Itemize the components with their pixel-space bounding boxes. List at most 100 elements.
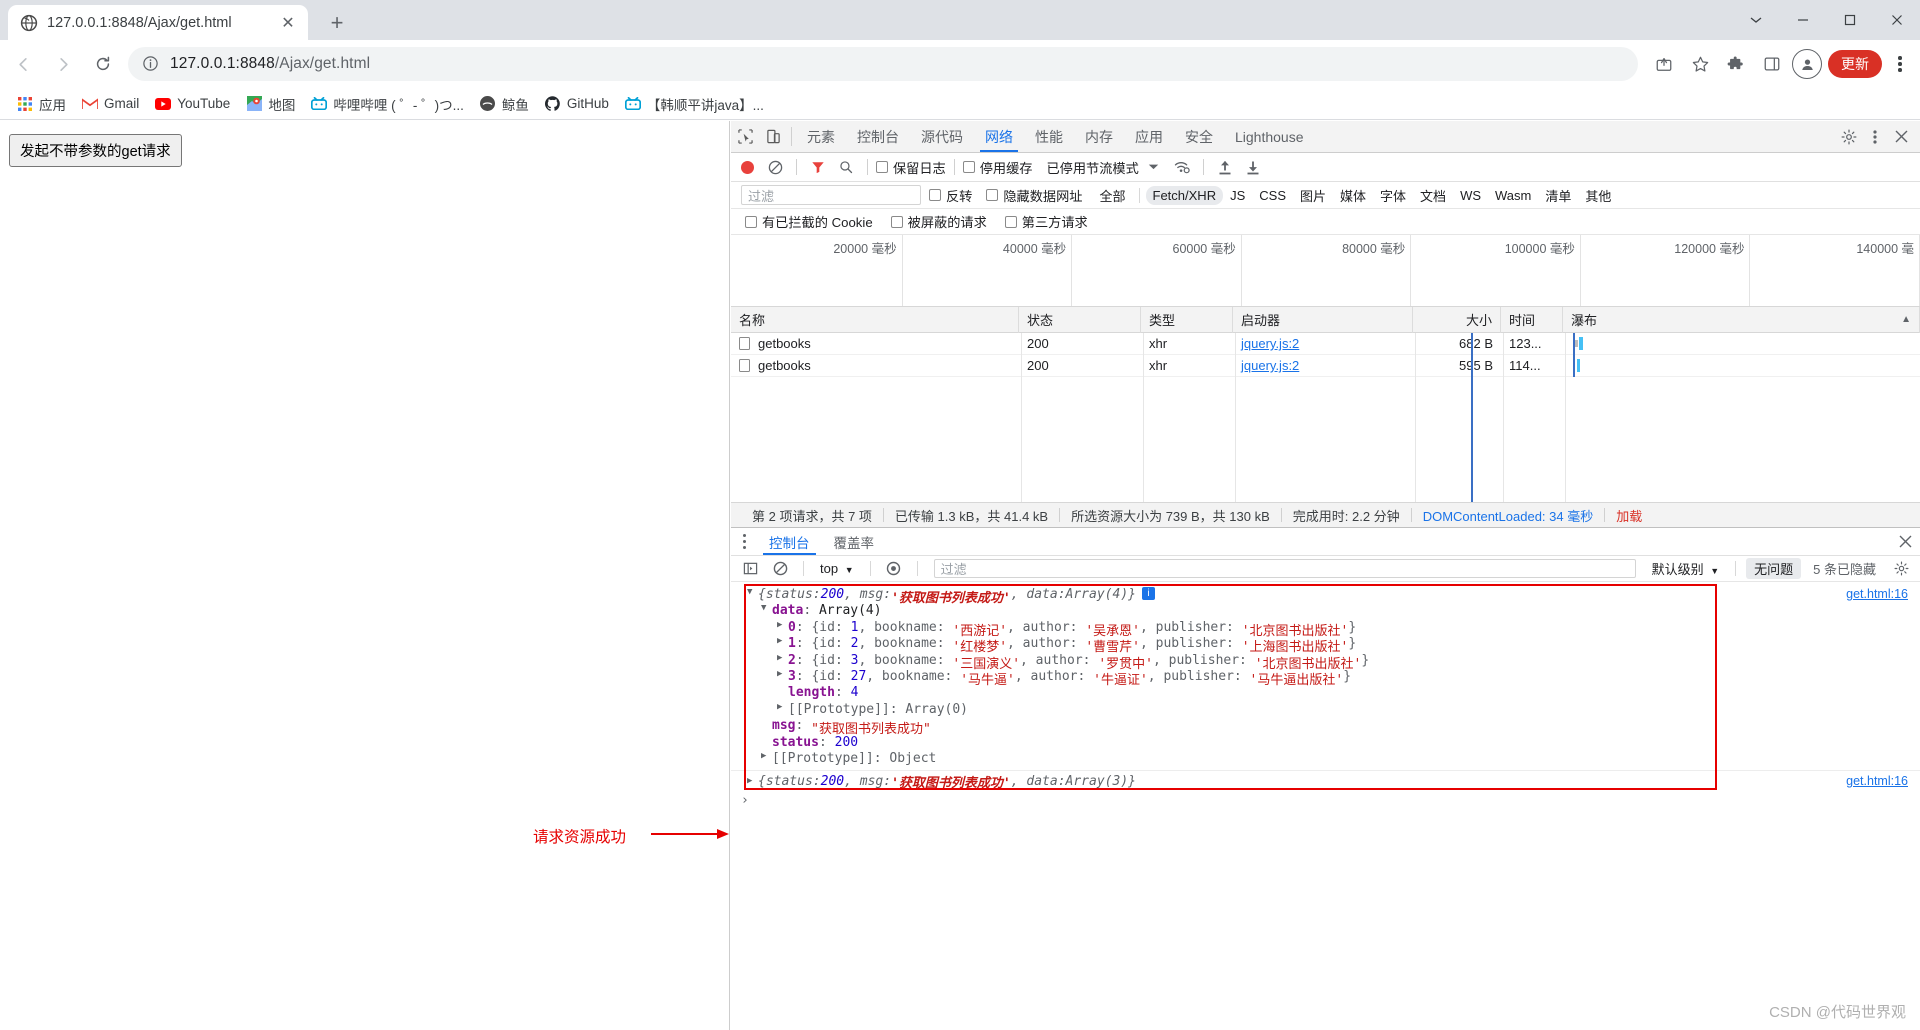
checkbox-box[interactable] xyxy=(929,189,941,201)
drawer-kebab-menu-icon[interactable] xyxy=(731,528,757,555)
bookmark-maps[interactable]: 地图 xyxy=(239,92,302,116)
column-header-waterfall[interactable]: 瀑布 ▲ xyxy=(1563,306,1920,333)
preserve-log-checkbox[interactable]: 保留日志 xyxy=(876,158,946,177)
type-filter-wasm[interactable]: Wasm xyxy=(1488,186,1538,205)
network-filter-input[interactable]: 过滤 xyxy=(741,185,921,205)
bookmark-bilibili[interactable]: 哔哩哔哩 ( ゜- ゜)つ... xyxy=(304,92,471,116)
back-button[interactable] xyxy=(6,47,40,81)
console-source-link[interactable]: get.html:16 xyxy=(1846,587,1920,601)
forward-button[interactable] xyxy=(46,47,80,81)
clear-icon[interactable] xyxy=(762,154,788,180)
info-circle-icon[interactable] xyxy=(142,55,160,73)
gear-icon[interactable] xyxy=(1836,124,1862,150)
tab-memory[interactable]: 内存 xyxy=(1074,121,1124,152)
column-header-status[interactable]: 状态 xyxy=(1019,306,1141,333)
drawer-tab-coverage[interactable]: 覆盖率 xyxy=(822,528,887,555)
console-array-item[interactable]: ▶ 2 : {id: 3 , bookname: '三国演义' , author… xyxy=(731,653,1920,672)
bookmark-github[interactable]: GitHub xyxy=(538,92,616,116)
window-minimize-button[interactable] xyxy=(1779,0,1826,40)
update-button[interactable]: 更新 xyxy=(1828,50,1882,78)
tab-lighthouse[interactable]: Lighthouse xyxy=(1224,121,1315,152)
type-filter-manifest[interactable]: 清单 xyxy=(1538,184,1578,207)
column-header-time[interactable]: 时间 xyxy=(1501,306,1563,333)
tab-console[interactable]: 控制台 xyxy=(846,121,910,152)
browser-tab[interactable]: 127.0.0.1:8848/Ajax/get.html ✕ xyxy=(8,5,308,40)
console-filter-input[interactable]: 过滤 xyxy=(933,559,1636,578)
type-filter-doc[interactable]: 文档 xyxy=(1413,184,1453,207)
type-filter-img[interactable]: 图片 xyxy=(1293,184,1333,207)
bookmark-star-icon[interactable] xyxy=(1684,48,1716,80)
show-console-sidebar-icon[interactable] xyxy=(737,556,763,582)
clear-console-icon[interactable] xyxy=(767,556,793,582)
checkbox-box[interactable] xyxy=(1004,215,1017,228)
network-overview-timeline[interactable]: 20000 毫秒 40000 毫秒 60000 毫秒 80000 毫秒 1000… xyxy=(731,235,1920,307)
expand-arrow-icon[interactable]: ▶ xyxy=(777,653,788,663)
type-filter-ws[interactable]: WS xyxy=(1453,186,1488,205)
info-badge-icon[interactable]: i xyxy=(1141,587,1155,600)
console-level-selector[interactable]: 默认级别 ▼ xyxy=(1646,559,1726,578)
download-har-icon[interactable] xyxy=(1240,154,1266,180)
sort-ascending-icon[interactable]: ▲ xyxy=(1901,314,1911,325)
type-filter-other[interactable]: 其他 xyxy=(1578,184,1618,207)
expand-arrow-icon[interactable]: ▼ xyxy=(761,603,772,613)
upload-har-icon[interactable] xyxy=(1212,154,1238,180)
window-maximize-button[interactable] xyxy=(1826,0,1873,40)
checkbox-box[interactable] xyxy=(876,161,888,173)
tab-performance[interactable]: 性能 xyxy=(1024,121,1074,152)
console-source-link[interactable]: get.html:16 xyxy=(1846,774,1920,788)
expand-arrow-icon[interactable]: ▶ xyxy=(761,751,772,761)
kebab-menu-icon[interactable] xyxy=(1886,47,1914,81)
share-icon[interactable] xyxy=(1648,48,1680,80)
avatar[interactable] xyxy=(1792,49,1822,79)
tab-elements[interactable]: 元素 xyxy=(796,121,846,152)
live-expression-icon[interactable] xyxy=(881,556,907,582)
request-initiator[interactable]: jquery.js:2 xyxy=(1233,358,1413,373)
bookmark-apps[interactable]: 应用 xyxy=(10,92,73,116)
close-icon[interactable] xyxy=(1888,124,1914,150)
console-context-selector[interactable]: top ▼ xyxy=(814,561,860,576)
tab-close-icon[interactable]: ✕ xyxy=(276,11,300,35)
checkbox-box[interactable] xyxy=(890,215,903,228)
console-entry-2[interactable]: ▶ {status: 200 , msg: '获取图书列表成功' , data:… xyxy=(731,770,1920,791)
get-request-button[interactable]: 发起不带参数的get请求 xyxy=(9,134,182,167)
tab-security[interactable]: 安全 xyxy=(1174,121,1224,152)
side-panel-icon[interactable] xyxy=(1756,48,1788,80)
expand-arrow-icon[interactable]: ▶ xyxy=(747,776,758,786)
invert-checkbox[interactable]: 反转 xyxy=(929,186,972,205)
table-row[interactable]: getbooks 200 xhr jquery.js:2 682 B 123..… xyxy=(731,332,1920,355)
request-initiator[interactable]: jquery.js:2 xyxy=(1233,336,1413,351)
checkbox-box[interactable] xyxy=(745,215,757,228)
kebab-menu-icon[interactable] xyxy=(1862,124,1888,150)
console-array-item[interactable]: ▶ 0 : {id: 1 , bookname: '西游记' , author:… xyxy=(731,620,1920,639)
console-entry-header[interactable]: ▼ {status: 200 , msg: '获取图书列表成功' , data:… xyxy=(731,587,1920,606)
tab-network[interactable]: 网络 xyxy=(974,121,1024,152)
reload-button[interactable] xyxy=(86,47,120,81)
table-row[interactable]: getbooks 200 xhr jquery.js:2 595 B 114..… xyxy=(731,354,1920,377)
checkbox-box[interactable] xyxy=(986,189,999,201)
expand-arrow-icon[interactable]: ▶ xyxy=(777,702,788,712)
initiator-link[interactable]: jquery.js:2 xyxy=(1241,358,1299,373)
console-prototype-array[interactable]: ▶ [[Prototype]]: Array(0) xyxy=(731,702,1920,718)
type-filter-font[interactable]: 字体 xyxy=(1373,184,1413,207)
window-restore-menu[interactable] xyxy=(1732,0,1779,40)
third-party-checkbox[interactable]: 第三方请求 xyxy=(1004,212,1088,231)
blocked-requests-checkbox[interactable]: 被屏蔽的请求 xyxy=(890,212,987,231)
console-hidden-count[interactable]: 5 条已隐藏 xyxy=(1805,559,1884,578)
gear-icon[interactable] xyxy=(1888,556,1914,582)
column-header-initiator[interactable]: 启动器 xyxy=(1233,306,1413,333)
console-prompt[interactable]: › xyxy=(731,791,1920,809)
window-close-button[interactable] xyxy=(1873,0,1920,40)
console-array-item[interactable]: ▶ 3 : {id: 27 , bookname: '马牛逼' , author… xyxy=(731,669,1920,688)
expand-arrow-icon[interactable]: ▼ xyxy=(747,587,758,597)
expand-arrow-icon[interactable]: ▶ xyxy=(777,636,788,646)
type-filter-js[interactable]: JS xyxy=(1223,186,1252,205)
funnel-icon[interactable] xyxy=(805,154,831,180)
bookmark-whale[interactable]: 鲸鱼 xyxy=(473,92,536,116)
checkbox-box[interactable] xyxy=(962,161,975,173)
bookmark-youtube[interactable]: YouTube xyxy=(148,92,237,116)
address-bar[interactable]: 127.0.0.1:8848/Ajax/get.html xyxy=(128,47,1638,81)
initiator-link[interactable]: jquery.js:2 xyxy=(1241,336,1299,351)
expand-arrow-icon[interactable]: ▶ xyxy=(777,669,788,679)
column-header-type[interactable]: 类型 xyxy=(1141,306,1233,333)
device-toolbar-icon[interactable] xyxy=(759,121,787,152)
